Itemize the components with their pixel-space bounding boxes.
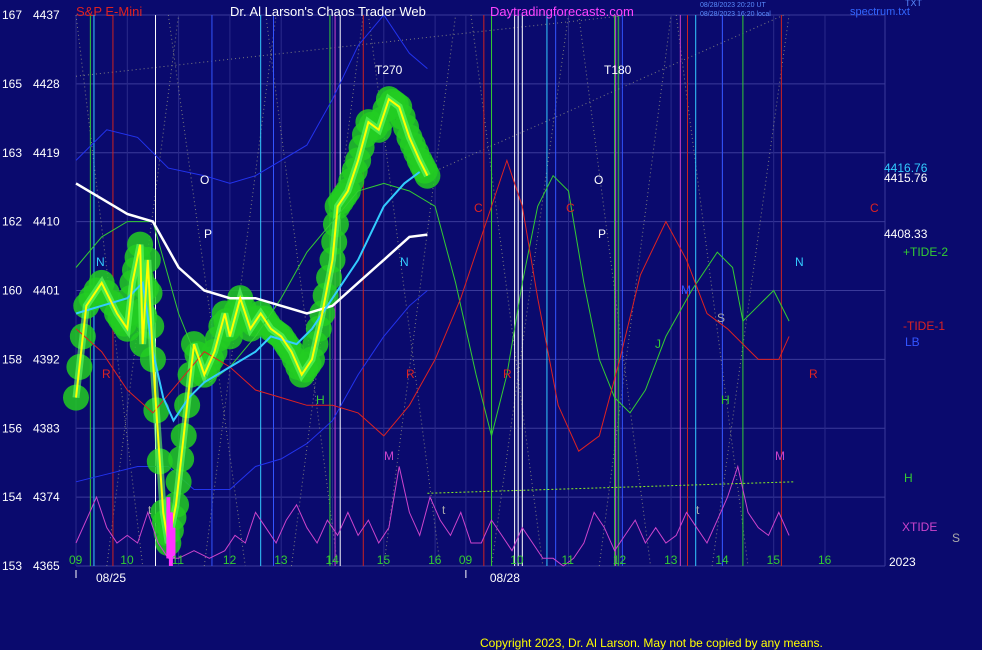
annotation-t180: T180 [604, 63, 632, 77]
y-label-left: 160 [2, 284, 22, 298]
annotation-c: C [566, 201, 575, 215]
annotation-r: R [809, 367, 818, 381]
annotation-c: C [870, 201, 879, 215]
annotation-o: O [200, 173, 209, 187]
legend--tide-1: -TIDE-1 [903, 319, 945, 333]
annotation-n: N [96, 255, 105, 269]
y-label-left: 165 [2, 77, 22, 91]
y-label-right: 4401 [33, 284, 60, 298]
annotation-j: J [655, 337, 661, 351]
x-hour-label: 16 [818, 553, 832, 567]
copyright-notice: Copyright 2023, Dr. Al Larson. May not b… [480, 636, 823, 650]
annotation-s: S [717, 311, 725, 325]
x-hour-label: 10 [510, 553, 524, 567]
x-hour-label: 16 [428, 553, 442, 567]
annotation-n: N [400, 255, 409, 269]
annotation-o: O [594, 173, 603, 187]
legend-h: H [904, 471, 913, 485]
y-label-left: 154 [2, 490, 22, 504]
legend-4408-33: 4408.33 [884, 227, 928, 241]
symbol-label: S&P E-Mini [76, 4, 143, 19]
legend-xtide: XTIDE [902, 520, 937, 534]
annotation-n: N [795, 255, 804, 269]
x-date-label: 08/28 [490, 571, 520, 585]
x-year-label: 2023 [889, 555, 916, 569]
legend-lb: LB [905, 335, 920, 349]
y-label-right: 4374 [33, 490, 60, 504]
y-label-right: 4437 [33, 8, 60, 22]
chaos-chart: 167 4437 165 4428 163 4419 162 4410 160 4401 158 43… [0, 0, 982, 650]
y-label-right: 4419 [33, 146, 60, 160]
x-hour-label: 14 [715, 553, 729, 567]
y-label-left: 162 [2, 215, 22, 229]
site-link[interactable]: Daytradingforecasts.com [490, 4, 634, 19]
x-hour-label: 15 [377, 553, 391, 567]
x-hour-label: 13 [664, 553, 678, 567]
x-date-label: 08/25 [96, 571, 126, 585]
y-label-right: 4383 [33, 421, 60, 435]
annotation-p: P [204, 227, 212, 241]
x-hour-label: 11 [561, 553, 574, 567]
annotation-m: M [384, 449, 394, 463]
annotation-m: M [681, 283, 691, 297]
annotation-h: H [721, 393, 730, 407]
y-label-left: 163 [2, 146, 22, 160]
x-hour-label: 10 [120, 553, 134, 567]
legend-4415-76: 4415.76 [884, 171, 928, 185]
y-label-left: 153 [2, 559, 22, 573]
y-label-left: 167 [2, 8, 22, 22]
annotation-r: R [406, 367, 415, 381]
annotation-t270: T270 [375, 63, 403, 77]
y-label-right: 4365 [33, 559, 60, 573]
y-label-right: 4392 [33, 352, 60, 366]
x-hour-label: 14 [326, 553, 340, 567]
timestamp-local: 08/28/2023 16:20 local [700, 11, 771, 18]
annotation-r: R [503, 367, 512, 381]
annotation-p: P [598, 227, 606, 241]
annotation-r: R [102, 367, 111, 381]
x-hour-label: 09 [459, 553, 473, 567]
legend-s: S [952, 531, 960, 545]
timestamp-ut: 08/28/2023 20:20 UT [700, 2, 766, 9]
price-glow-dot [414, 162, 441, 189]
y-label-left: 158 [2, 352, 22, 366]
chart-title: Dr. Al Larson's Chaos Trader Web [230, 4, 426, 19]
x-hour-label: 12 [223, 553, 237, 567]
annotation-h: H [316, 393, 325, 407]
annotation-c: C [474, 201, 483, 215]
spectrum-file-label: spectrum.txt [850, 6, 910, 18]
annotation-m: M [775, 449, 785, 463]
x-hour-label: 13 [274, 553, 288, 567]
y-label-right: 4428 [33, 77, 60, 91]
x-hour-label: 15 [767, 553, 781, 567]
legend--tide-2: +TIDE-2 [903, 245, 948, 259]
y-label-left: 156 [2, 421, 22, 435]
x-hour-label: 11 [172, 553, 185, 567]
y-label-right: 4410 [33, 215, 60, 229]
x-hour-label: 09 [69, 553, 83, 567]
x-hour-label: 12 [613, 553, 627, 567]
